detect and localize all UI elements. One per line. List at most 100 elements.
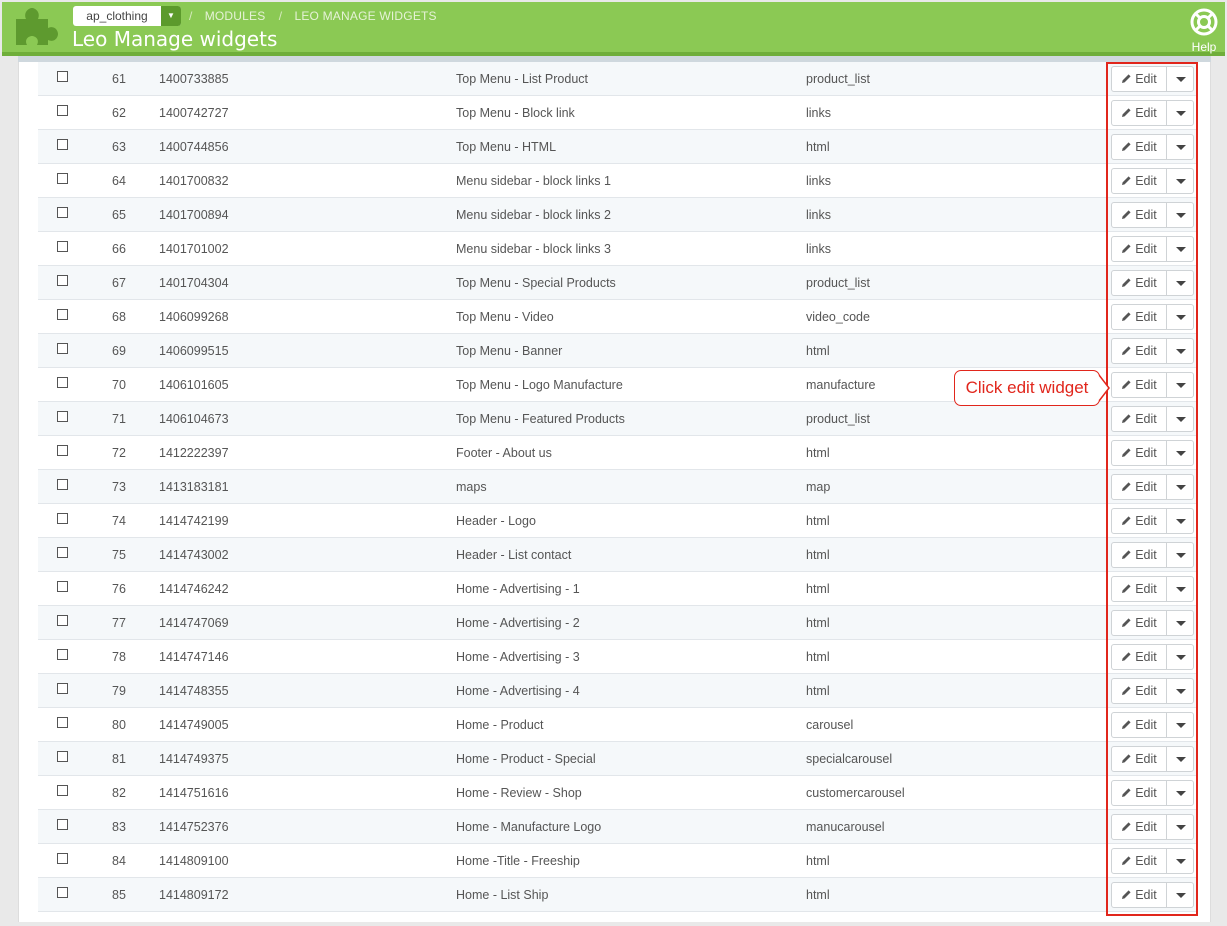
widget-id: 75: [112, 548, 126, 562]
widget-id: 61: [112, 72, 126, 86]
table-row: 68 1406099268 Top Menu - Video video_code Ed…: [38, 300, 1198, 334]
widget-id: 72: [112, 446, 126, 460]
widget-key: 1406104673: [159, 412, 229, 426]
row-checkbox[interactable]: [57, 173, 68, 184]
shop-selector-dropdown[interactable]: ap_clothing ▼: [73, 6, 181, 26]
row-checkbox[interactable]: [57, 377, 68, 388]
widget-name: Menu sidebar - block links 2: [456, 208, 611, 222]
widget-key: 1413183181: [159, 480, 229, 494]
widget-name: Top Menu - Banner: [456, 344, 563, 358]
row-checkbox[interactable]: [57, 241, 68, 252]
table-row: 76 1414746242 Home - Advertising - 1 html Ed…: [38, 572, 1198, 606]
row-checkbox[interactable]: [57, 139, 68, 150]
widget-key: 1414747146: [159, 650, 229, 664]
widget-key: 1401700832: [159, 174, 229, 188]
widget-key: 1414743002: [159, 548, 229, 562]
table-row: 66 1401701002 Menu sidebar - block links 3…: [38, 232, 1198, 266]
table-row: 71 1406104673 Top Menu - Featured Products…: [38, 402, 1198, 436]
table-row: 75 1414743002 Header - List contact html Edi…: [38, 538, 1198, 572]
widget-key: 1401704304: [159, 276, 229, 290]
widget-type: video_code: [806, 310, 870, 324]
widget-key: 1414746242: [159, 582, 229, 596]
widget-name: maps: [456, 480, 487, 494]
chevron-down-icon[interactable]: ▼: [161, 6, 181, 26]
breadcrumb: / MODULES / LEO MANAGE WIDGETS: [189, 9, 447, 23]
page-title: Leo Manage widgets: [72, 27, 278, 51]
widget-type: links: [806, 174, 832, 188]
table-row: 64 1401700832 Menu sidebar - block links 1…: [38, 164, 1198, 198]
widget-key: 1400744856: [159, 140, 229, 154]
row-checkbox[interactable]: [57, 343, 68, 354]
widget-id: 67: [112, 276, 126, 290]
widget-key: 1414742199: [159, 514, 229, 528]
widget-type: manufacture: [806, 378, 876, 392]
widget-name: Top Menu - Logo Manufacture: [456, 378, 623, 392]
widget-key: 1406101605: [159, 378, 229, 392]
widget-name: Home - Advertising - 4: [456, 684, 580, 698]
row-checkbox[interactable]: [57, 479, 68, 490]
help-button[interactable]: Help: [1188, 7, 1220, 54]
row-checkbox[interactable]: [57, 275, 68, 286]
row-checkbox[interactable]: [57, 445, 68, 456]
breadcrumb-separator: /: [189, 9, 193, 23]
row-checkbox[interactable]: [57, 887, 68, 898]
widget-name: Home - Advertising - 2: [456, 616, 580, 630]
breadcrumb-leo-manage-widgets[interactable]: LEO MANAGE WIDGETS: [294, 9, 436, 23]
widget-name: Header - Logo: [456, 514, 536, 528]
table-row: 69 1406099515 Top Menu - Banner html Edit: [38, 334, 1198, 368]
widget-name: Top Menu - List Product: [456, 72, 589, 86]
shop-selector-value: ap_clothing: [86, 9, 148, 23]
widget-key: 1412222397: [159, 446, 229, 460]
row-checkbox[interactable]: [57, 309, 68, 320]
row-checkbox[interactable]: [57, 411, 68, 422]
widget-type: html: [806, 514, 830, 528]
row-checkbox[interactable]: [57, 105, 68, 116]
widget-id: 80: [112, 718, 126, 732]
widget-name: Top Menu - Block link: [456, 106, 575, 120]
breadcrumb-separator: /: [278, 9, 283, 23]
widget-id: 81: [112, 752, 126, 766]
widget-type: links: [806, 208, 832, 222]
table-row: 65 1401700894 Menu sidebar - block links 2…: [38, 198, 1198, 232]
row-checkbox[interactable]: [57, 71, 68, 82]
row-checkbox[interactable]: [57, 615, 68, 626]
widget-type: html: [806, 616, 830, 630]
row-checkbox[interactable]: [57, 853, 68, 864]
widget-key: 1401700894: [159, 208, 229, 222]
widget-type: carousel: [806, 718, 854, 732]
table-row: 62 1400742727 Top Menu - Block link links Ed…: [38, 96, 1198, 130]
row-checkbox[interactable]: [57, 717, 68, 728]
widget-type: product_list: [806, 276, 870, 290]
breadcrumb-modules[interactable]: MODULES: [205, 9, 266, 23]
table-row: 77 1414747069 Home - Advertising - 2 html Ed…: [38, 606, 1198, 640]
table-row: 63 1400744856 Top Menu - HTML html Edit: [38, 130, 1198, 164]
widget-key: 1406099515: [159, 344, 229, 358]
widget-name: Header - List contact: [456, 548, 572, 562]
table-row: 61 1400733885 Top Menu - List Product produ…: [38, 62, 1198, 96]
widget-id: 71: [112, 412, 126, 426]
table-row: 78 1414747146 Home - Advertising - 3 html Ed…: [38, 640, 1198, 674]
row-checkbox[interactable]: [57, 547, 68, 558]
edit-column-highlight: [1106, 62, 1198, 916]
row-checkbox[interactable]: [57, 683, 68, 694]
widget-key: 1414749005: [159, 718, 229, 732]
row-checkbox[interactable]: [57, 581, 68, 592]
row-checkbox[interactable]: [57, 649, 68, 660]
widget-key: 1406099268: [159, 310, 229, 324]
widget-name: Footer - About us: [456, 446, 552, 460]
widget-key: 1414748355: [159, 684, 229, 698]
table-row: 82 1414751616 Home - Review - Shop customer…: [38, 776, 1198, 810]
help-label: Help: [1191, 40, 1217, 54]
row-checkbox[interactable]: [57, 785, 68, 796]
widget-name: Home -Title - Freeship: [456, 854, 580, 868]
row-checkbox[interactable]: [57, 751, 68, 762]
row-checkbox[interactable]: [57, 819, 68, 830]
row-checkbox[interactable]: [57, 513, 68, 524]
widget-type: map: [806, 480, 831, 494]
widget-type: product_list: [806, 412, 870, 426]
widgets-table: 61 1400733885 Top Menu - List Product produ…: [38, 62, 1198, 912]
widget-id: 66: [112, 242, 126, 256]
table-row: 83 1414752376 Home - Manufacture Logo manuc…: [38, 810, 1198, 844]
widget-type: product_list: [806, 72, 870, 86]
row-checkbox[interactable]: [57, 207, 68, 218]
